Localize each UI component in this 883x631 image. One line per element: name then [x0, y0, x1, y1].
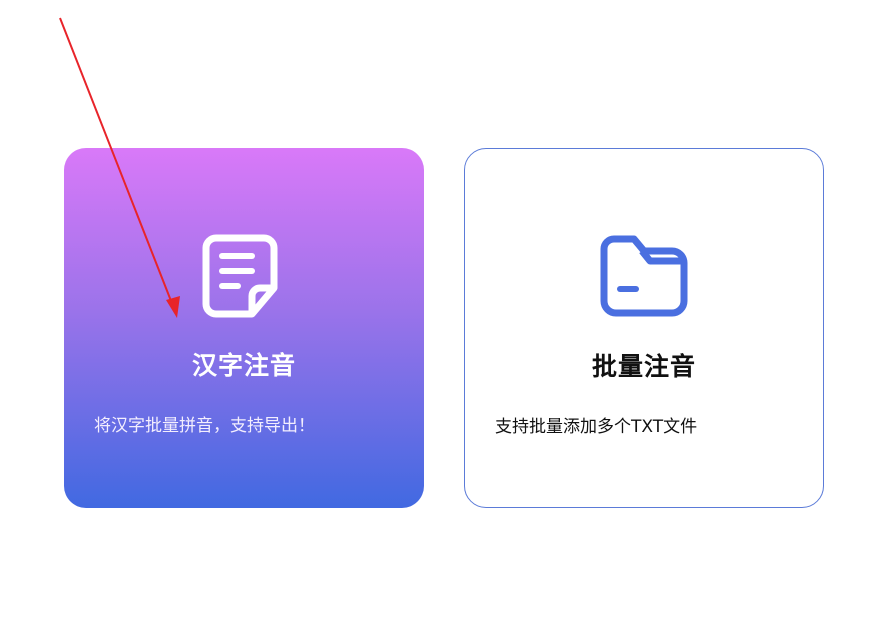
card-title: 汉字注音 [191, 351, 296, 380]
card-description: 支持批量添加多个TXT文件 [495, 417, 698, 437]
page: 汉字注音 将汉字批量拼音，支持导出！ 批量注音 支持批量添加多个TXT文件 [0, 0, 883, 631]
card-description: 将汉字批量拼音，支持导出！ [94, 416, 315, 436]
folder-icon [594, 227, 694, 327]
hanzi-pinyin-card[interactable]: 汉字注音 将汉字批量拼音，支持导出！ [64, 148, 424, 508]
card-title: 批量注音 [591, 352, 696, 381]
document-icon [194, 226, 294, 326]
batch-pinyin-card[interactable]: 批量注音 支持批量添加多个TXT文件 [464, 148, 824, 508]
